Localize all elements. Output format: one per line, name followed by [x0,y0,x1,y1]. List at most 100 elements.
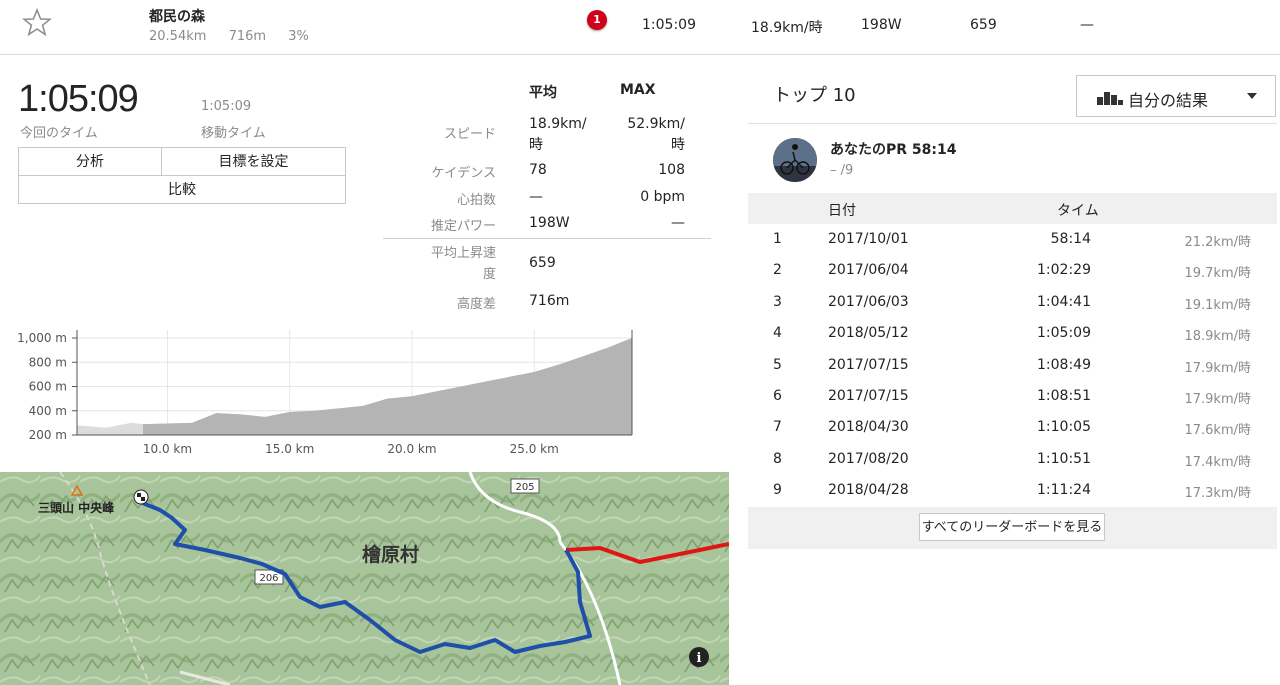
compare-button[interactable]: 比較 [18,175,346,204]
row-speed: 17.6km/時 [1184,423,1251,439]
stat-avg-cadence: 78 [529,162,547,178]
stat-label-power: 推定パワー [430,219,496,234]
x-tick-label: 20.0 km [387,442,436,456]
leaderboard-footer: すべてのリーダーボードを見る [748,507,1277,549]
analyze-button[interactable]: 分析 [18,147,162,176]
table-row[interactable]: 6 2017/07/15 1:08:51 17.9km/時 [748,381,1277,412]
y-tick-label: 400 m [29,404,67,418]
segment-name[interactable]: 都民の森 [149,6,205,26]
col-time-header: タイム [1057,203,1099,219]
segment-hr: — [1080,17,1094,33]
avatar[interactable] [773,138,817,182]
svg-text:i: i [697,651,702,666]
stats-header-avg: 平均 [529,85,557,101]
table-row[interactable]: 7 2018/04/30 1:10:05 17.6km/時 [748,412,1277,443]
row-rank: 7 [773,419,782,436]
row-date[interactable]: 2017/07/15 [828,388,909,404]
segment-power: 198W [861,17,902,33]
bar-chart-icon [1097,92,1123,105]
row-date[interactable]: 2018/04/30 [828,419,909,435]
top10-title: トップ 10 [773,85,856,106]
table-row[interactable]: 3 2017/06/03 1:04:41 19.1km/時 [748,287,1277,318]
stat-avg-power: 198W [529,215,570,231]
row-date[interactable]: 2018/04/28 [828,482,909,498]
caret-down-icon [1247,93,1257,99]
map-canvas[interactable]: 205 206 三頭山 中央峰 檜原村 i [0,472,729,685]
segment-speed: 18.9km/時 [751,20,823,36]
personal-record: あなたのPR 58:14 – /9 [748,123,1277,194]
results-filter-dropdown[interactable]: 自分の結果 [1076,75,1276,117]
row-time: 1:10:05 [1037,419,1091,436]
row-time: 1:11:24 [1037,482,1091,499]
row-speed: 21.2km/時 [1184,235,1251,250]
row-speed: 17.9km/時 [1184,392,1251,407]
table-row[interactable]: 8 2017/08/20 1:10:51 17.4km/時 [748,444,1277,475]
segment-meta: 20.54km 716m 3% [149,29,327,44]
stat-label-cadence: ケイデンス [431,166,496,181]
row-rank: 9 [773,482,782,499]
row-time: 1:02:29 [1037,262,1091,279]
elevation-chart: 1,000 m 800 m 600 m 400 m 200 m 10.0 km 15.0 k… [17,330,633,456]
stat-label-speed: スピード [443,127,496,142]
row-speed: 17.9km/時 [1184,360,1251,376]
stat-label-heartrate: 心拍数 [456,193,496,208]
row-date[interactable]: 2017/10/01 [828,231,909,247]
col-date-header: 日付 [828,203,856,219]
row-rank: 3 [773,293,782,310]
row-speed: 17.4km/時 [1184,454,1251,470]
stat-avg-elevation: 716m [529,293,570,309]
row-date[interactable]: 2017/06/03 [828,294,909,310]
table-row[interactable]: 4 2018/05/12 1:05:09 18.9km/時 [748,318,1277,349]
view-all-leaderboards-button[interactable]: すべてのリーダーボードを見る [919,513,1105,541]
row-rank: 6 [773,388,782,404]
leaderboard-table: 日付 タイム 1 2017/10/01 58:14 21.2km/時 2 2017/06/… [748,193,1277,549]
y-tick-label: 600 m [29,380,67,394]
row-time: 1:08:51 [1037,388,1091,404]
stat-max-speed: 52.9km/ 時 [627,116,685,153]
y-tick-label: 200 m [29,428,67,442]
row-date[interactable]: 2018/05/12 [828,325,909,341]
leaderboard-header: 日付 タイム [748,193,1277,224]
set-goal-button[interactable]: 目標を設定 [161,147,346,176]
row-speed: 18.9km/時 [1184,329,1251,345]
pr-title: あなたのPR 58:14 [830,142,957,158]
route-map[interactable]: 205 206 三頭山 中央峰 檜原村 i [0,472,729,685]
row-date[interactable]: 2017/08/20 [828,451,909,467]
stat-label-vam: 平均上昇速 度 [430,246,496,282]
x-tick-label: 10.0 km [143,442,192,456]
star-icon[interactable] [22,8,52,38]
segment-row: 都民の森 20.54km 716m 3% 1 1:05:09 18.9km/時 … [0,0,1280,55]
row-date[interactable]: 2017/06/04 [828,262,909,278]
place-label: 檜原村 [362,543,419,566]
row-date[interactable]: 2017/07/15 [828,357,909,373]
stat-avg-heartrate: — [529,189,543,205]
table-row[interactable]: 1 2017/10/01 58:14 21.2km/時 [748,224,1277,255]
segment-vam: 659 [970,17,997,33]
row-time: 1:08:49 [1037,356,1091,373]
road-label-206: 206 [259,573,278,584]
segment-elevation: 716m [228,29,267,44]
elapsed-time: 1:05:09 [18,78,139,120]
table-row[interactable]: 2 2017/06/04 1:02:29 19.7km/時 [748,255,1277,286]
moving-label: 移動タイム [201,126,266,141]
stat-max-heartrate: 0 bpm [640,189,685,205]
stat-avg-speed: 18.9km/ 時 [529,116,587,153]
table-row[interactable]: 9 2018/04/28 1:11:24 17.3km/時 [748,475,1277,506]
row-speed: 17.3km/時 [1184,486,1251,502]
row-rank: 1 [773,231,782,247]
row-speed: 19.7km/時 [1184,266,1251,282]
row-rank: 8 [773,450,782,467]
moving-time: 1:05:09 [201,99,252,114]
stat-max-power: — [671,215,685,231]
rank-badge: 1 [587,10,607,30]
results-filter-label: 自分の結果 [1128,91,1209,110]
table-row[interactable]: 5 2017/07/15 1:08:49 17.9km/時 [748,350,1277,381]
x-tick-label: 25.0 km [510,442,559,456]
row-rank: 4 [773,325,782,342]
checkered-flag-icon [133,489,149,505]
segment-grade: 3% [288,29,309,44]
row-speed: 19.1km/時 [1184,297,1251,313]
segment-distance: 20.54km [149,29,207,44]
stats-header-max: MAX [620,82,656,98]
row-time: 1:10:51 [1037,450,1091,467]
